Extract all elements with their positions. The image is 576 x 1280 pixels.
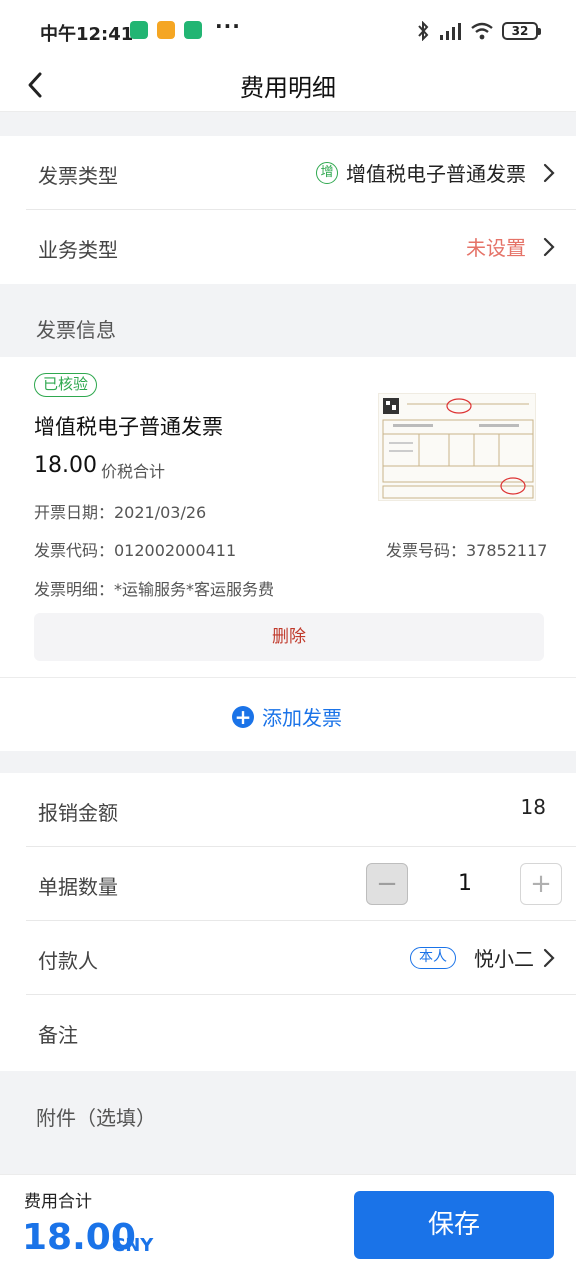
add-invoice-row[interactable]: + 添加发票 [0,677,576,751]
reimburse-row: 报销金额 18 [0,773,576,847]
self-tag: 本人 [410,947,456,969]
increase-button[interactable]: + [520,863,562,905]
business-type-value: 未设置 [466,236,526,260]
invoice-amount-label: 价税合计 [101,462,166,481]
invoice-detail: 发票明细：*运输服务*客运服务费 [34,580,275,599]
save-button[interactable]: 保存 [354,1191,554,1259]
add-circle-icon: + [232,705,254,728]
invoice-date: 开票日期：2021/03/26 [34,503,207,522]
footer-bar: 费用合计 18.00 CNY 保存 [0,1174,576,1280]
total-label: 费用合计 [24,1192,92,1212]
delete-invoice-button[interactable]: 删除 [34,613,544,661]
payer-value: 悦小二 [474,947,534,971]
invoice-thumbnail[interactable] [378,393,536,501]
battery-icon: 32 [502,22,541,40]
decrease-button[interactable]: − [366,863,408,905]
status-time: 中午12:41 [40,24,134,45]
verified-badge: 已核验 [34,373,98,397]
status-icons: 32 [416,18,541,44]
invoice-amount: 18.00 [34,453,97,478]
doc-count-row: 单据数量 − 1 + [0,847,576,921]
attachment-section-label[interactable]: 附件（选填） [36,1102,156,1131]
details-card: 报销金额 18 单据数量 − 1 + 付款人 本人 悦小二 备注 [0,773,576,1071]
remark-label: 备注 [38,1023,78,1047]
payer-row[interactable]: 付款人 本人 悦小二 [0,921,576,995]
doc-count-value: 1 [458,871,472,896]
business-type-label: 业务类型 [38,238,118,262]
reimburse-value[interactable]: 18 [521,795,546,819]
total-currency: CNY [112,1235,154,1256]
shield-app-icon-2 [184,21,202,39]
more-notifications-icon: ··· [215,14,241,38]
invoice-type-label: 发票类型 [38,164,118,188]
chevron-right-icon [543,237,555,257]
payer-label: 付款人 [38,949,98,973]
invoice-card: 已核验 增值税电子普通发票 18.00 价税合计 开票日期：2021/03/26… [0,357,576,677]
invoice-type-value: 增值税电子普通发票 [346,162,526,186]
business-type-row[interactable]: 业务类型 未设置 [0,210,576,284]
chat-app-icon [157,21,175,39]
invoice-title: 增值税电子普通发票 [34,415,223,439]
chevron-right-icon [543,163,555,183]
invoice-type-row[interactable]: 发票类型 增 增值税电子普通发票 [0,136,576,210]
invoice-code: 发票代码：012002000411 [34,541,237,560]
nav-bar: 费用明细 [0,60,576,112]
page-title: 费用明细 [240,74,336,102]
chevron-right-icon [543,948,555,968]
invoice-section-label: 发票信息 [36,318,116,342]
invoice-image [382,398,534,499]
reimburse-label: 报销金额 [38,801,118,825]
remark-row[interactable]: 备注 [0,995,576,1069]
wifi-icon [471,22,493,40]
bluetooth-icon [418,21,429,41]
signal-icon [440,23,461,40]
invoice-number: 发票号码：37852117 [386,541,548,560]
add-invoice-button[interactable]: + 添加发票 [232,702,342,731]
status-bar: 中午12:41 ··· 32 [0,0,576,60]
invoice-type-value-wrap: 增 增值税电子普通发票 [316,158,526,187]
type-card: 发票类型 增 增值税电子普通发票 业务类型 未设置 [0,136,576,284]
add-invoice-label: 添加发票 [262,706,342,730]
vat-tag-icon: 增 [316,161,338,184]
doc-count-label: 单据数量 [38,875,118,899]
shield-app-icon [130,21,148,39]
